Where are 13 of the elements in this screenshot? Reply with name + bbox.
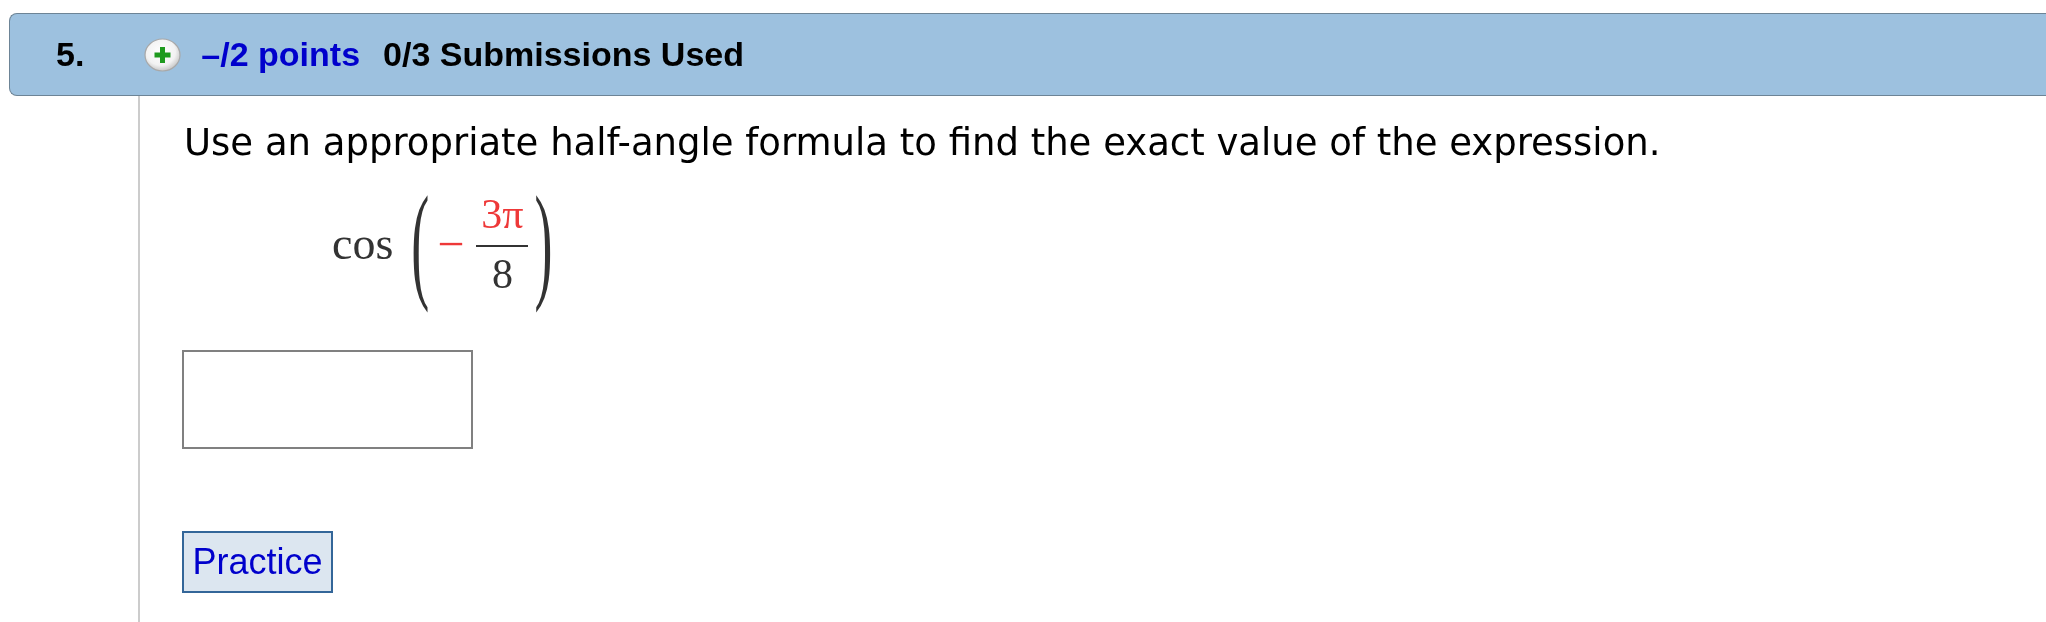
function-name: cos — [332, 221, 394, 267]
plus-icon[interactable] — [144, 37, 182, 72]
fraction-denominator: 8 — [491, 253, 513, 295]
submissions-count: 0/3 Submissions Used — [383, 34, 744, 75]
question-number: 5. — [56, 34, 85, 75]
right-parenthesis: ) — [534, 172, 553, 316]
answer-box[interactable] — [182, 350, 473, 449]
fraction-numerator: 3π — [481, 193, 524, 235]
points-label: –/2 points — [201, 34, 361, 75]
minus-sign: − — [437, 220, 465, 268]
practice-button[interactable]: Practice — [182, 531, 333, 593]
question-prompt: Use an appropriate half-angle formula to find the exact value of the expression. — [184, 121, 1661, 165]
left-parenthesis: ( — [411, 172, 430, 316]
